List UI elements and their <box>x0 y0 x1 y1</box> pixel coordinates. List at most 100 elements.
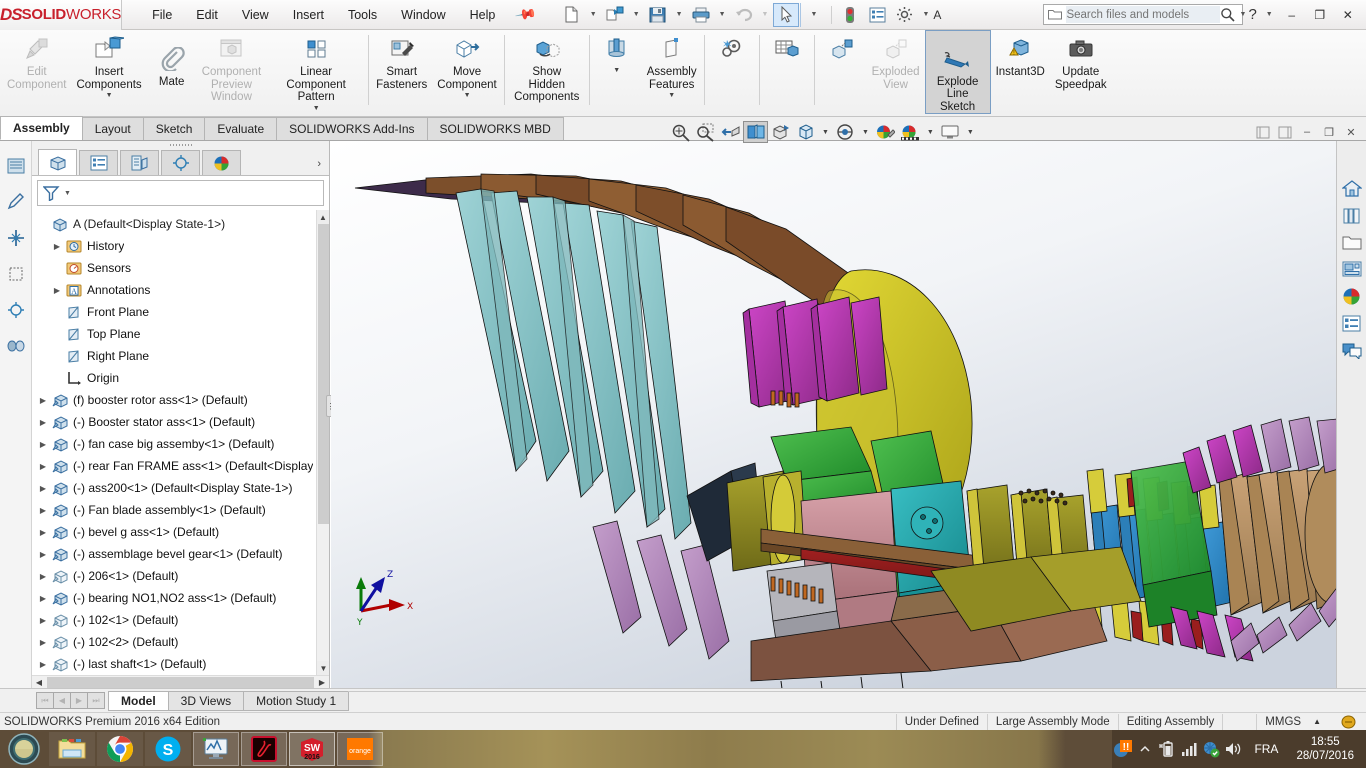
ribbon-smart-fasteners[interactable]: Smart Fasteners <box>371 30 432 114</box>
design-library-icon[interactable] <box>1339 202 1365 228</box>
menu-item-view[interactable]: View <box>230 4 281 26</box>
ribbon-edit-component[interactable]: Edit Component <box>2 30 71 114</box>
action-center-icon[interactable]: !! <box>1112 730 1134 768</box>
hide-show-dropdown-icon[interactable]: ▼ <box>858 129 873 136</box>
display-pane-icon[interactable] <box>5 335 27 357</box>
taskbar-orange[interactable]: orange <box>337 732 383 766</box>
ribbon-assembly-features[interactable]: ▼ <box>592 30 642 114</box>
restore-document-button[interactable]: ❐ <box>1318 121 1340 143</box>
last-tab-button[interactable]: ⏭ <box>87 692 105 709</box>
expand-arrow-icon[interactable]: ▶ <box>36 528 50 537</box>
configuration-manager-tab[interactable] <box>120 150 159 175</box>
property-manager-tab[interactable] <box>79 150 118 175</box>
taskbar-monitor-app[interactable] <box>193 732 239 766</box>
status-large-assembly-mode[interactable]: Large Assembly Mode <box>986 713 1118 730</box>
options-dropdown-icon[interactable]: ▼ <box>918 11 933 18</box>
tree-node[interactable]: ▶ (-) Booster stator ass<1> (Default) <box>32 411 329 433</box>
tree-node[interactable]: Top Plane <box>32 323 329 345</box>
tree-node[interactable]: ▶ (-) assemblage bevel gear<1> (Default) <box>32 543 329 565</box>
ribbon-new-motion-study[interactable] <box>707 30 757 114</box>
ribbon-mate[interactable]: Mate <box>147 30 197 114</box>
tab-solidworks-mbd[interactable]: SOLIDWORKS MBD <box>426 117 564 140</box>
antivirus-icon[interactable] <box>1200 730 1222 768</box>
assembly-features-dropdown-icon[interactable]: ▼ <box>613 67 620 74</box>
hscroll-left-icon[interactable]: ◀ <box>32 678 46 687</box>
select-dropdown-button[interactable]: ▼ <box>800 2 826 27</box>
scroll-down-icon[interactable]: ▼ <box>317 661 329 675</box>
sketch-pencil-icon[interactable] <box>5 191 27 213</box>
tree-node[interactable]: ▶ (-) 102<2> (Default) <box>32 631 329 653</box>
open-document-button[interactable] <box>602 3 628 27</box>
tree-node[interactable]: A (Default<Display State-1>) <box>32 213 329 235</box>
next-document-button[interactable] <box>1274 121 1296 143</box>
options-gear-button[interactable] <box>891 3 917 27</box>
menu-item-insert[interactable]: Insert <box>281 4 336 26</box>
start-orb[interactable] <box>0 730 48 768</box>
feature-tree-scrollbar[interactable]: ▲ ▼ <box>316 210 329 675</box>
view-palette-icon[interactable] <box>1339 256 1365 282</box>
turbofan-engine-model[interactable]: X Y Z <box>331 141 1336 688</box>
tree-node[interactable]: ▶ (-) 206<1> (Default) <box>32 565 329 587</box>
tree-node[interactable]: ▶ (-) fan case big assemby<1> (Default) <box>32 433 329 455</box>
tree-node[interactable]: ▶ (-) rear Fan FRAME ass<1> (Default<Disp… <box>32 455 329 477</box>
tab-solidworks-add-ins[interactable]: SOLIDWORKS Add-Ins <box>276 117 428 140</box>
status-units-mmgs[interactable]: MMGS <box>1256 713 1309 730</box>
ribbon-linear-component-pattern[interactable]: Linear Component Pattern ▼ <box>266 30 366 114</box>
tree-node[interactable]: Sensors <box>32 257 329 279</box>
ribbon-show-hidden-components[interactable]: Show Hidden Components <box>507 30 587 114</box>
tree-node[interactable]: ▶ (-) bearing NO1,NO2 ass<1> (Default) <box>32 587 329 609</box>
minimize-document-button[interactable]: – <box>1296 121 1318 143</box>
expand-arrow-icon[interactable]: ▶ <box>36 572 50 581</box>
expand-arrow-icon[interactable]: ▶ <box>36 638 50 647</box>
bottom-tab-3d-views[interactable]: 3D Views <box>167 690 245 711</box>
expand-arrow-icon[interactable]: ▶ <box>36 418 50 427</box>
linear-pattern-dropdown-icon[interactable]: ▼ <box>313 105 320 112</box>
menu-item-window[interactable]: Window <box>389 4 457 26</box>
expand-arrow-icon[interactable]: ▶ <box>36 594 50 603</box>
expand-arrow-icon[interactable]: ▶ <box>36 396 50 405</box>
view-orientation-button[interactable] <box>768 121 793 143</box>
assembly-mates-icon[interactable] <box>5 227 27 249</box>
expand-arrow-icon[interactable]: ▶ <box>36 462 50 471</box>
clock[interactable]: 18:55 28/07/2016 <box>1288 735 1362 763</box>
menu-item-help[interactable]: Help <box>458 4 508 26</box>
ribbon-component-preview-window[interactable]: Component Preview Window <box>197 30 266 114</box>
tree-node[interactable]: ▶ (-) last shaft<1> (Default) <box>32 653 329 675</box>
custom-properties-icon[interactable] <box>1339 310 1365 336</box>
undo-button[interactable] <box>731 3 757 27</box>
tree-node[interactable]: ▶ (-) Fan blade assembly<1> (Default) <box>32 499 329 521</box>
ribbon-insert-components[interactable]: Insert Components ▼ <box>71 30 146 114</box>
edit-appearance-button[interactable] <box>873 121 898 143</box>
taskbar-skype[interactable]: S <box>145 732 191 766</box>
next-tab-button[interactable]: ▶ <box>70 692 88 709</box>
solidworks-forum-icon[interactable] <box>1339 337 1365 363</box>
display-style-button[interactable] <box>793 121 818 143</box>
display-monitor-button[interactable] <box>938 121 963 143</box>
tab-assembly[interactable]: Assembly <box>0 116 83 140</box>
display-style-dropdown-icon[interactable]: ▼ <box>818 129 833 136</box>
status-units-dropdown-icon[interactable]: ▲ <box>1309 714 1333 730</box>
ribbon-update-speedpak[interactable]: ! Instant3D <box>991 30 1050 114</box>
ribbon-explode-line-sketch[interactable]: Exploded View <box>867 30 925 114</box>
display-manager-tab[interactable] <box>202 150 241 175</box>
apply-scene-button[interactable] <box>898 121 923 143</box>
feature-manager-tab[interactable] <box>38 149 77 175</box>
tree-node[interactable]: ▶ History <box>32 235 329 257</box>
print-dropdown-icon[interactable]: ▼ <box>715 11 730 18</box>
bottom-tab-motion-study-1[interactable]: Motion Study 1 <box>243 690 350 711</box>
new-document-button[interactable] <box>559 3 585 27</box>
open-document-dropdown-icon[interactable]: ▼ <box>629 11 644 18</box>
first-tab-button[interactable]: ⏮ <box>36 692 54 709</box>
tab-evaluate[interactable]: Evaluate <box>204 117 278 140</box>
network-signal-icon[interactable] <box>1178 730 1200 768</box>
tree-node[interactable]: ▶ (-) ass200<1> (Default<Display State-1>… <box>32 477 329 499</box>
save-button[interactable] <box>645 3 671 27</box>
tree-node[interactable]: ▶ (f) booster rotor ass<1> (Default) <box>32 389 329 411</box>
section-view-button[interactable] <box>743 121 768 143</box>
close-document-button[interactable]: ✕ <box>1340 121 1362 143</box>
units-badge-icon[interactable] <box>1333 714 1366 730</box>
expand-arrow-icon[interactable]: ▶ <box>36 484 50 493</box>
rebuild-button[interactable] <box>837 3 863 27</box>
menu-item-file[interactable]: File <box>140 4 184 26</box>
new-document-dropdown-icon[interactable]: ▼ <box>586 11 601 18</box>
